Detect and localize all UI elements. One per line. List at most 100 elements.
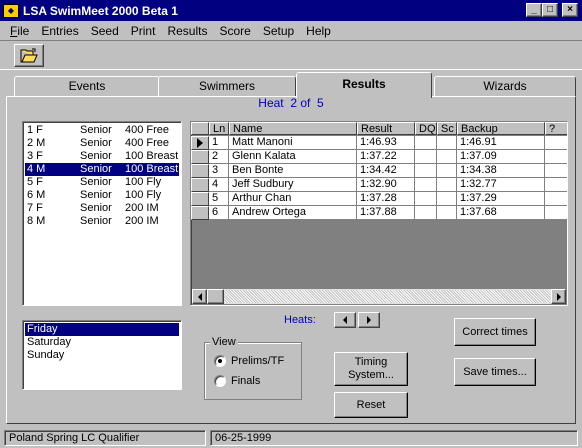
cell-note[interactable] xyxy=(545,192,567,206)
event-list-item[interactable]: 7 F Senior 200 IM xyxy=(25,202,179,215)
column-header[interactable]: Sc xyxy=(437,122,457,135)
cell-backup[interactable]: 1:46.91 xyxy=(457,136,545,150)
close-button[interactable]: × xyxy=(562,3,578,17)
event-list-item[interactable]: 4 M Senior 100 Breast xyxy=(25,163,179,176)
cell-backup[interactable]: 1:37.09 xyxy=(457,150,545,164)
radio-finals[interactable]: Finals xyxy=(214,374,260,388)
cell-ln[interactable]: 2 xyxy=(209,150,229,164)
column-header[interactable]: DQ xyxy=(415,122,437,135)
cell-note[interactable] xyxy=(545,164,567,178)
cell-note[interactable] xyxy=(545,206,567,220)
event-list-item[interactable]: 1 F Senior 400 Free xyxy=(25,124,179,137)
cell-sc[interactable] xyxy=(437,178,457,192)
column-header[interactable]: Name xyxy=(229,122,357,135)
column-header[interactable]: Backup xyxy=(457,122,545,135)
timing-system-button[interactable]: Timing System... xyxy=(334,352,408,386)
column-header[interactable]: ? xyxy=(545,122,567,135)
minimize-button[interactable]: _ xyxy=(526,3,542,17)
scroll-right-button[interactable] xyxy=(551,289,566,304)
cell-dq[interactable] xyxy=(415,206,437,220)
cell-name[interactable]: Ben Bonte xyxy=(229,164,357,178)
cell-backup[interactable]: 1:34.38 xyxy=(457,164,545,178)
cell-dq[interactable] xyxy=(415,150,437,164)
menu-results[interactable]: Results xyxy=(161,24,213,38)
menu-print[interactable]: Print xyxy=(125,24,162,38)
cell-note[interactable] xyxy=(545,136,567,150)
cell-ln[interactable]: 3 xyxy=(209,164,229,178)
cell-result[interactable]: 1:37.88 xyxy=(357,206,415,220)
save-times-button[interactable]: Save times... xyxy=(454,358,536,386)
scroll-track[interactable] xyxy=(224,290,550,303)
cell-result[interactable]: 1:34.42 xyxy=(357,164,415,178)
previous-heat-button[interactable] xyxy=(334,312,356,328)
menu-help[interactable]: Help xyxy=(300,24,337,38)
cell-dq[interactable] xyxy=(415,164,437,178)
maximize-button[interactable]: □ xyxy=(542,3,558,17)
correct-times-button[interactable]: Correct times xyxy=(454,318,536,346)
title-bar[interactable]: ◆ LSA SwimMeet 2000 Beta 1 _ □ × xyxy=(0,0,582,21)
tab-swimmers[interactable]: Swimmers xyxy=(158,76,296,97)
tab-events[interactable]: Events xyxy=(14,76,160,97)
tab-wizards[interactable]: Wizards xyxy=(434,76,576,97)
day-list-item[interactable]: Sunday xyxy=(25,349,179,362)
cell-sc[interactable] xyxy=(437,164,457,178)
scroll-left-button[interactable] xyxy=(192,289,207,304)
next-heat-button[interactable] xyxy=(358,312,380,328)
cell-note[interactable] xyxy=(545,178,567,192)
event-list-item[interactable]: 2 M Senior 400 Free xyxy=(25,137,179,150)
day-list-item[interactable]: Saturday xyxy=(25,336,179,349)
days-list[interactable]: Friday Saturday Sunday xyxy=(22,320,182,390)
scroll-thumb[interactable] xyxy=(207,289,224,304)
cell-sc[interactable] xyxy=(437,206,457,220)
cell-result[interactable]: 1:37.22 xyxy=(357,150,415,164)
row-indicator[interactable] xyxy=(191,150,209,164)
event-list-item[interactable]: 8 M Senior 200 IM xyxy=(25,215,179,228)
cell-sc[interactable] xyxy=(437,150,457,164)
cell-result[interactable]: 1:32.90 xyxy=(357,178,415,192)
open-folder-button[interactable] xyxy=(14,44,44,67)
row-indicator[interactable] xyxy=(191,178,209,192)
cell-name[interactable]: Matt Manoni xyxy=(229,136,357,150)
radio-prelims[interactable]: Prelims/TF xyxy=(214,354,284,368)
radio-button[interactable] xyxy=(214,375,226,387)
menu-file[interactable]: File xyxy=(4,24,35,38)
row-indicator[interactable] xyxy=(191,164,209,178)
radio-button[interactable] xyxy=(214,355,226,367)
day-list-item[interactable]: Friday xyxy=(25,323,179,336)
cell-sc[interactable] xyxy=(437,136,457,150)
cell-result[interactable]: 1:46.93 xyxy=(357,136,415,150)
cell-backup[interactable]: 1:37.68 xyxy=(457,206,545,220)
row-indicator[interactable] xyxy=(191,192,209,206)
row-indicator[interactable] xyxy=(191,136,209,150)
cell-ln[interactable]: 6 xyxy=(209,206,229,220)
menu-setup[interactable]: Setup xyxy=(257,24,300,38)
app-icon[interactable]: ◆ xyxy=(3,3,19,18)
cell-name[interactable]: Andrew Ortega xyxy=(229,206,357,220)
reset-button[interactable]: Reset xyxy=(334,392,408,418)
cell-dq[interactable] xyxy=(415,192,437,206)
cell-note[interactable] xyxy=(545,150,567,164)
grid-horizontal-scrollbar[interactable] xyxy=(192,289,566,304)
cell-name[interactable]: Arthur Chan xyxy=(229,192,357,206)
cell-dq[interactable] xyxy=(415,178,437,192)
menu-score[interactable]: Score xyxy=(213,24,256,38)
cell-ln[interactable]: 4 xyxy=(209,178,229,192)
cell-ln[interactable]: 1 xyxy=(209,136,229,150)
cell-name[interactable]: Jeff Sudbury xyxy=(229,178,357,192)
cell-name[interactable]: Glenn Kalata xyxy=(229,150,357,164)
cell-dq[interactable] xyxy=(415,136,437,150)
row-indicator[interactable] xyxy=(191,206,209,220)
cell-sc[interactable] xyxy=(437,192,457,206)
events-list[interactable]: 1 F Senior 400 Free 2 M Senior 400 Free 3 F Sen… xyxy=(22,121,182,306)
results-grid[interactable]: Ln Name Result DQ Sc Backup? 1 Matt Manoni 1:46.… xyxy=(190,121,568,306)
column-header[interactable]: Ln xyxy=(209,122,229,135)
event-list-item[interactable]: 3 F Senior 100 Breast xyxy=(25,150,179,163)
column-header[interactable]: Result xyxy=(357,122,415,135)
tab-results[interactable]: Results xyxy=(296,72,432,98)
menu-entries[interactable]: Entries xyxy=(35,24,84,38)
cell-result[interactable]: 1:37.28 xyxy=(357,192,415,206)
cell-ln[interactable]: 5 xyxy=(209,192,229,206)
event-list-item[interactable]: 6 M Senior 100 Fly xyxy=(25,189,179,202)
menu-seed[interactable]: Seed xyxy=(85,24,125,38)
event-list-item[interactable]: 5 F Senior 100 Fly xyxy=(25,176,179,189)
